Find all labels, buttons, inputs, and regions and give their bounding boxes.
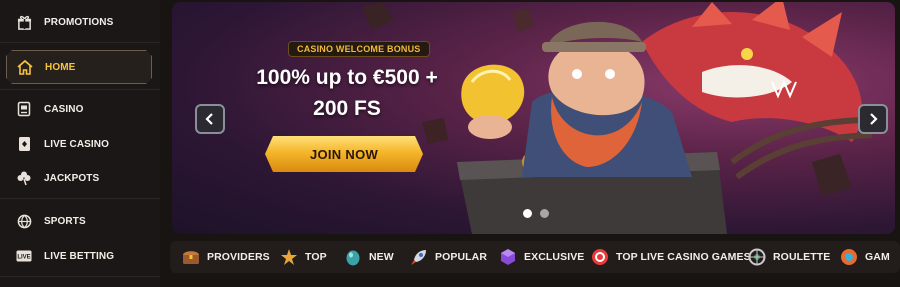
sidebar-item-live-casino[interactable]: LIVE CASINO: [0, 127, 160, 161]
divider: [0, 198, 160, 199]
rocket-icon: [410, 248, 428, 266]
join-now-button[interactable]: JOIN NOW: [265, 136, 423, 172]
sidebar-item-label: LIVE CASINO: [44, 138, 109, 150]
card-icon: [16, 136, 32, 152]
divider: [0, 42, 160, 43]
category-label: POPULAR: [435, 251, 488, 263]
headline-line: 200 FS: [313, 97, 381, 120]
divider: [0, 89, 160, 90]
category-label: GAM: [865, 251, 890, 263]
category-popular[interactable]: POPULAR: [410, 241, 487, 273]
category-top-live-casino-games[interactable]: TOP LIVE CASINO GAMES: [591, 241, 751, 273]
live-tv-icon: LIVE: [16, 248, 32, 264]
category-label: TOP: [305, 251, 327, 263]
sidebar-item-label: PROMOTIONS: [44, 16, 114, 28]
category-providers[interactable]: PROVIDERS: [182, 241, 270, 273]
slide-dot[interactable]: [540, 209, 549, 218]
sidebar-item-casino[interactable]: CASINO: [0, 92, 160, 126]
sidebar-item-label: LIVE BETTING: [44, 250, 115, 262]
category-bar: PROVIDERS TOP NEW POPULAR EXCLUSIVE TOP …: [170, 241, 900, 273]
category-label: PROVIDERS: [207, 251, 270, 263]
home-icon: [17, 59, 33, 75]
chip-icon: [591, 248, 609, 266]
slide-indicator: [523, 209, 549, 218]
slot-machine-icon: [16, 101, 32, 117]
sidebar: PROMOTIONS HOME CASINO LIVE CASINO JACKP…: [0, 0, 160, 287]
headline-line: 100% up to €500 +: [256, 66, 438, 89]
category-label: NEW: [369, 251, 394, 263]
sidebar-item-label: CASINO: [44, 103, 84, 115]
category-label: ROULETTE: [773, 251, 831, 263]
star-icon: [280, 248, 298, 266]
chevron-right-icon: [870, 113, 878, 125]
chevron-left-icon: [205, 113, 213, 125]
clover-icon: [16, 170, 32, 186]
sidebar-item-live-betting[interactable]: LIVE LIVE BETTING: [0, 239, 160, 273]
basketball-icon: [16, 213, 32, 229]
sidebar-item-home[interactable]: HOME: [6, 50, 152, 84]
sidebar-item-label: SPORTS: [44, 215, 86, 227]
divider: [0, 276, 160, 277]
category-roulette[interactable]: ROULETTE: [748, 241, 830, 273]
category-new[interactable]: NEW: [344, 241, 394, 273]
chest-icon: [182, 248, 200, 266]
sidebar-item-jackpots[interactable]: JACKPOTS: [0, 161, 160, 195]
gift-icon: [16, 14, 32, 30]
category-label: TOP LIVE CASINO GAMES: [616, 251, 751, 263]
sidebar-item-sports[interactable]: SPORTS: [0, 204, 160, 238]
sidebar-item-label: HOME: [45, 61, 76, 73]
banner-headline: 100% up to €500 + 200 FS: [242, 62, 452, 124]
roulette-icon: [748, 248, 766, 266]
next-slide-button[interactable]: [858, 104, 888, 134]
svg-text:LIVE: LIVE: [17, 255, 30, 261]
category-exclusive[interactable]: EXCLUSIVE: [499, 241, 584, 273]
category-label: EXCLUSIVE: [524, 251, 585, 263]
egg-icon: [344, 248, 362, 266]
bonus-tag: CASINO WELCOME BONUS: [288, 41, 430, 57]
game-icon: [840, 248, 858, 266]
promo-banner[interactable]: CASINO WELCOME BONUS 100% up to €500 + 2…: [172, 2, 895, 234]
category-top[interactable]: TOP: [280, 241, 327, 273]
category-games[interactable]: GAM: [840, 241, 890, 273]
sidebar-item-label: JACKPOTS: [44, 172, 100, 184]
prev-slide-button[interactable]: [195, 104, 225, 134]
sidebar-item-promotions[interactable]: PROMOTIONS: [0, 5, 160, 39]
gem-icon: [499, 248, 517, 266]
slide-dot[interactable]: [523, 209, 532, 218]
